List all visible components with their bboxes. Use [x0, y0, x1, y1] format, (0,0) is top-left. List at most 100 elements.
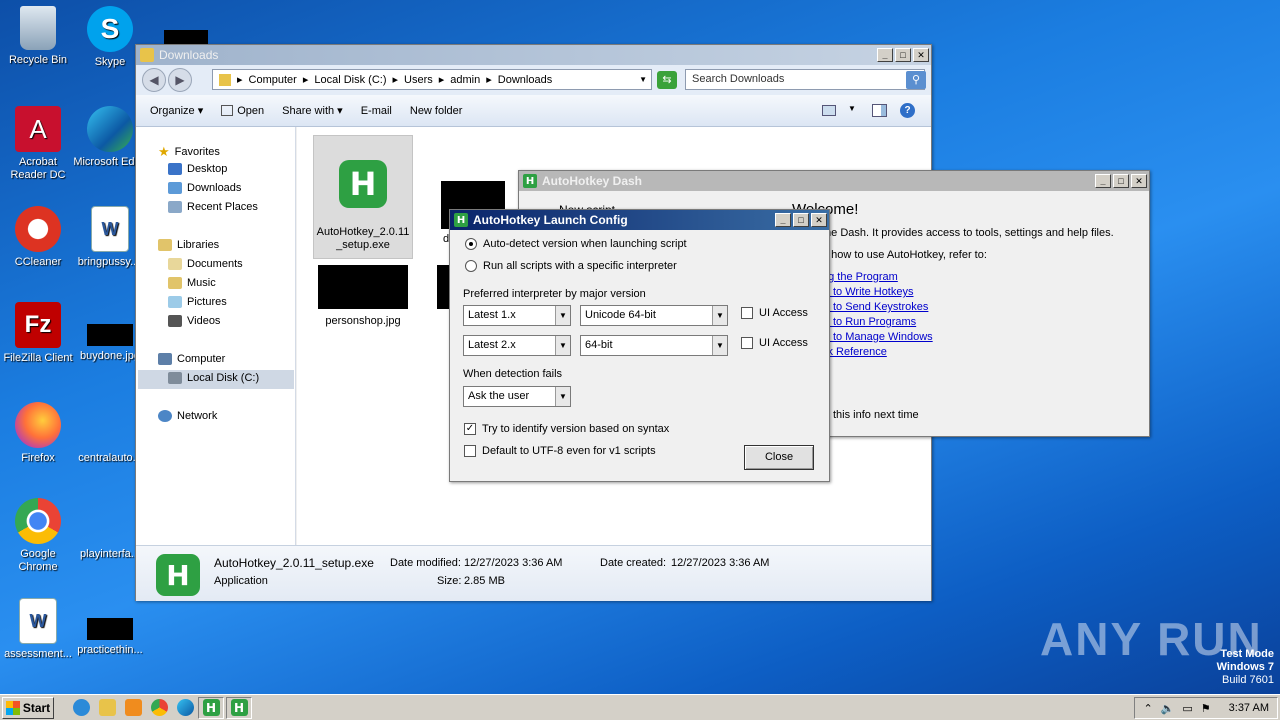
- try-identify-checkbox[interactable]: ✓ Try to identify version based on synta…: [464, 423, 669, 435]
- dash-titlebar[interactable]: H AutoHotkey Dash _ □ ✕: [519, 171, 1149, 191]
- desktop-icon-firefox[interactable]: Firefox: [0, 402, 76, 465]
- taskbar-edge[interactable]: [172, 697, 198, 719]
- config-titlebar[interactable]: H AutoHotkey Launch Config _ □ ✕: [450, 210, 829, 230]
- dash-howto: n how to use AutoHotkey, refer to:: [822, 249, 987, 261]
- new-folder-button[interactable]: New folder: [410, 105, 463, 117]
- explorer-title: Downloads: [159, 48, 219, 62]
- radio-auto-detect[interactable]: Auto-detect version when launching scrip…: [465, 238, 687, 250]
- breadcrumb-admin[interactable]: admin: [450, 74, 480, 86]
- radio-button: [465, 260, 477, 272]
- nav-libraries[interactable]: Libraries: [158, 239, 219, 251]
- view-options-icon[interactable]: [822, 105, 836, 116]
- nav-music[interactable]: Music: [168, 277, 216, 289]
- maximize-button[interactable]: □: [895, 48, 911, 62]
- desktop-icon-assessment[interactable]: W assessment...: [0, 598, 76, 661]
- radio-specific-interpreter[interactable]: Run all scripts with a specific interpre…: [465, 260, 677, 272]
- breadcrumb-downloads[interactable]: Downloads: [498, 74, 552, 86]
- link-manage-windows[interactable]: w to Manage Windows: [822, 331, 933, 343]
- minimize-button[interactable]: _: [877, 48, 893, 62]
- forward-button[interactable]: ▶: [168, 68, 192, 92]
- v2-version-select[interactable]: Latest 2.x ▼: [463, 335, 571, 356]
- organize-button[interactable]: Organize ▾: [150, 104, 203, 117]
- close-button[interactable]: ✕: [1131, 174, 1147, 188]
- taskbar-ahk-1[interactable]: H: [198, 696, 224, 719]
- image-thumbnail-icon: [87, 618, 133, 640]
- nav-documents[interactable]: Documents: [168, 258, 243, 270]
- search-icon[interactable]: ⚲: [906, 71, 926, 89]
- nav-desktop[interactable]: Desktop: [168, 163, 227, 175]
- nav-favorites[interactable]: ★ Favorites: [158, 144, 220, 160]
- start-button[interactable]: Start: [2, 696, 54, 719]
- explorer-titlebar[interactable]: Downloads _ □ ✕: [136, 45, 931, 65]
- action-center-flag-icon[interactable]: ⚑: [1201, 702, 1211, 715]
- autohotkey-icon: H: [230, 699, 248, 716]
- address-dropdown-icon[interactable]: ▼: [639, 75, 647, 84]
- back-button[interactable]: ◀: [142, 68, 166, 92]
- taskbar-explorer[interactable]: [94, 697, 120, 719]
- file-item-personshop[interactable]: personshop.jpg: [313, 265, 413, 327]
- autohotkey-icon: H: [339, 160, 387, 208]
- desktop-icon-recycle-bin[interactable]: Recycle Bin: [0, 6, 76, 67]
- v1-version-select[interactable]: Latest 1.x ▼: [463, 305, 571, 326]
- link-launching-program[interactable]: ng the Program: [822, 271, 898, 283]
- link-quick-reference[interactable]: ck Reference: [822, 346, 887, 358]
- nav-recent-places[interactable]: Recent Places: [168, 201, 258, 213]
- radio-button-selected: [465, 238, 477, 250]
- nav-pictures[interactable]: Pictures: [168, 296, 227, 308]
- desktop-icon-practicething[interactable]: practicethin...: [72, 598, 148, 657]
- v1-ui-access-checkbox[interactable]: UI Access: [741, 307, 808, 319]
- share-with-button[interactable]: Share with ▾: [282, 104, 343, 117]
- address-bar[interactable]: ▸ Computer ▸ Local Disk (C:) ▸ Users ▸ a…: [212, 69, 652, 90]
- nav-videos[interactable]: Videos: [168, 315, 220, 327]
- desktop-icon-chrome[interactable]: Google Chrome: [0, 498, 76, 574]
- image-thumbnail-icon: [87, 324, 133, 346]
- taskbar-chrome[interactable]: [146, 697, 172, 719]
- file-item-ahk-setup[interactable]: H AutoHotkey_2.0.11_setup.exe: [313, 135, 413, 259]
- close-dialog-button[interactable]: Close: [744, 445, 814, 470]
- pictures-icon: [168, 296, 182, 308]
- taskbar-ie[interactable]: [68, 697, 94, 719]
- skype-icon: S: [87, 6, 133, 52]
- refresh-button[interactable]: ⇆: [657, 71, 677, 89]
- taskbar-ahk-2[interactable]: H: [226, 696, 252, 719]
- navigation-pane: ★ Favorites Desktop Downloads Recent Plac…: [136, 127, 296, 545]
- network-tray-icon[interactable]: ▭: [1182, 702, 1192, 715]
- nav-computer[interactable]: Computer: [158, 353, 225, 365]
- view-dropdown-icon[interactable]: ▼: [848, 104, 856, 113]
- nav-local-disk[interactable]: Local Disk (C:): [168, 372, 259, 384]
- clock[interactable]: 3:37 AM: [1229, 702, 1269, 714]
- link-write-hotkeys[interactable]: w to Write Hotkeys: [822, 286, 914, 298]
- link-send-keystrokes[interactable]: w to Send Keystrokes: [822, 301, 928, 313]
- fail-action-select[interactable]: Ask the user ▼: [463, 386, 571, 407]
- volume-icon[interactable]: 🔈: [1161, 702, 1175, 715]
- search-input[interactable]: Search Downloads: [685, 69, 925, 90]
- help-icon[interactable]: ?: [900, 103, 915, 118]
- link-run-programs[interactable]: w to Run Programs: [822, 316, 916, 328]
- v2-ui-access-checkbox[interactable]: UI Access: [741, 337, 808, 349]
- breadcrumb-users[interactable]: Users: [404, 74, 433, 86]
- minimize-button[interactable]: _: [775, 213, 791, 227]
- minimize-button[interactable]: _: [1095, 174, 1111, 188]
- close-button[interactable]: ✕: [913, 48, 929, 62]
- preview-pane-icon[interactable]: [872, 104, 887, 117]
- breadcrumb-separator-icon: ▸: [392, 74, 399, 86]
- open-button[interactable]: Open: [221, 105, 264, 117]
- maximize-button[interactable]: □: [793, 213, 809, 227]
- email-button[interactable]: E-mail: [361, 105, 392, 117]
- desktop-icon-acrobat[interactable]: A Acrobat Reader DC: [0, 106, 76, 182]
- close-button[interactable]: ✕: [811, 213, 827, 227]
- nav-network[interactable]: Network: [158, 410, 217, 422]
- taskbar-media-player[interactable]: [120, 697, 146, 719]
- desktop-icon-filezilla[interactable]: Fz FileZilla Client: [0, 302, 76, 365]
- launch-config-dialog[interactable]: H AutoHotkey Launch Config _ □ ✕ Auto-de…: [449, 209, 830, 482]
- nav-downloads[interactable]: Downloads: [168, 182, 241, 194]
- desktop-icon-ccleaner[interactable]: CCleaner: [0, 206, 76, 269]
- show-hidden-icons-icon[interactable]: ⌃: [1143, 702, 1152, 715]
- breadcrumb-computer[interactable]: Computer: [249, 74, 297, 86]
- v1-build-select[interactable]: Unicode 64-bit ▼: [580, 305, 728, 326]
- maximize-button[interactable]: □: [1113, 174, 1129, 188]
- chrome-icon: [150, 699, 168, 716]
- v2-build-select[interactable]: 64-bit ▼: [580, 335, 728, 356]
- utf8-checkbox[interactable]: Default to UTF-8 even for v1 scripts: [464, 445, 656, 457]
- breadcrumb-local-disk[interactable]: Local Disk (C:): [314, 74, 386, 86]
